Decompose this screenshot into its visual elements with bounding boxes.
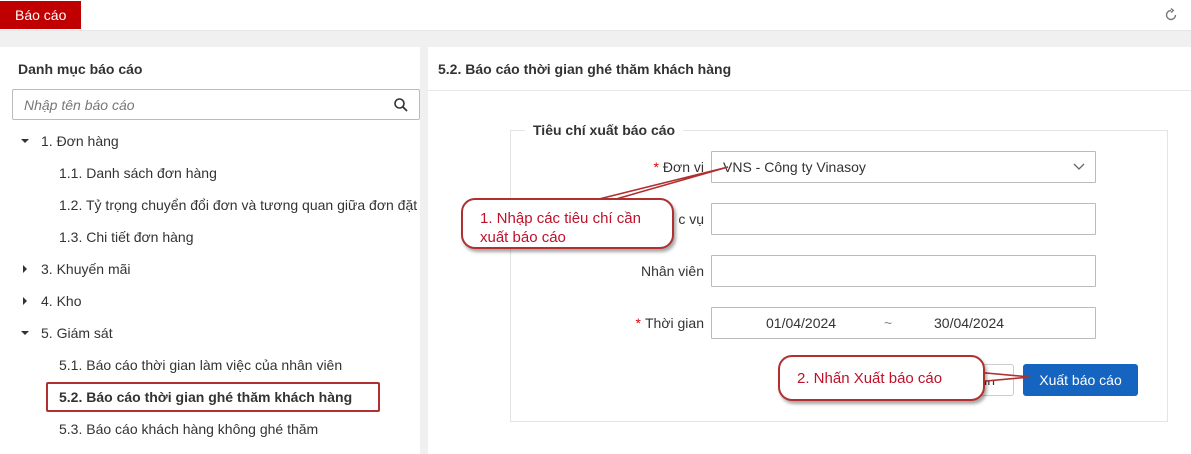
don-vi-value: VNS - Công ty Vinasoy: [723, 159, 866, 175]
tree-node-kho[interactable]: 4. Kho: [41, 290, 81, 312]
tree-leaf[interactable]: 1.2. Tỷ trọng chuyển đổi đơn và tương qu…: [59, 194, 417, 216]
caret-right-icon[interactable]: [20, 264, 30, 274]
divider: [428, 90, 1191, 91]
tree-leaf-selected[interactable]: 5.2. Báo cáo thời gian ghé thăm khách hà…: [59, 386, 352, 408]
tree-leaf[interactable]: 1.1. Danh sách đơn hàng: [59, 162, 217, 184]
export-report-button[interactable]: Xuất báo cáo: [1023, 364, 1138, 396]
tree-leaf[interactable]: 1.3. Chi tiết đơn hàng: [59, 226, 194, 248]
tree-node-khuyen-mai[interactable]: 3. Khuyến mãi: [41, 258, 131, 280]
report-search-input[interactable]: [13, 90, 383, 119]
caret-down-icon[interactable]: [20, 328, 30, 338]
report-search-box: [12, 89, 420, 120]
callout-step-1-line-1: 1. Nhập các tiêu chí cần: [480, 210, 641, 227]
nghiep-vu-input[interactable]: [711, 203, 1096, 235]
tree-node-don-hang[interactable]: 1. Đơn hàng: [41, 130, 119, 152]
date-separator: ~: [884, 315, 893, 331]
don-vi-label: * Đơn vị: [653, 159, 704, 175]
refresh-icon[interactable]: [1163, 7, 1179, 23]
date-range-picker[interactable]: 01/04/2024 ~ 30/04/2024: [711, 307, 1096, 339]
caret-right-icon[interactable]: [20, 296, 30, 306]
caret-down-icon[interactable]: [20, 136, 30, 146]
tree-leaf[interactable]: 5.3. Báo cáo khách hàng không ghé thăm: [59, 418, 318, 440]
nhan-vien-label: Nhân viên: [640, 263, 704, 279]
search-icon[interactable]: [393, 97, 409, 113]
panel-title: Danh mục báo cáo: [18, 61, 143, 77]
tree-leaf[interactable]: 5.1. Báo cáo thời gian làm việc của nhân…: [59, 354, 342, 376]
date-to[interactable]: 30/04/2024: [934, 315, 1004, 331]
callout-step-1: 1. Nhập các tiêu chí cần xuất báo cáo: [461, 198, 674, 249]
date-from[interactable]: 01/04/2024: [766, 315, 836, 331]
callout-step-2-text: 2. Nhấn Xuất báo cáo: [797, 370, 943, 387]
chevron-down-icon: [1073, 163, 1085, 170]
tree-node-giam-sat[interactable]: 5. Giám sát: [41, 322, 113, 344]
criteria-legend: Tiêu chí xuất báo cáo: [525, 122, 684, 138]
report-category-panel: Danh mục báo cáo 1. Đơn hàng 1.1. Danh s…: [0, 47, 420, 454]
callout-step-2: 2. Nhấn Xuất báo cáo: [778, 355, 985, 401]
tab-bao-cao[interactable]: Báo cáo: [0, 1, 82, 29]
report-title: 5.2. Báo cáo thời gian ghé thăm khách hà…: [438, 61, 732, 77]
nhan-vien-input[interactable]: [711, 255, 1096, 287]
thoi-gian-label: * Thời gian: [635, 315, 704, 331]
don-vi-select[interactable]: VNS - Công ty Vinasoy: [711, 151, 1096, 183]
callout-step-1-line-2: xuất báo cáo: [480, 229, 566, 246]
top-tab-bar: Báo cáo: [0, 0, 1191, 31]
